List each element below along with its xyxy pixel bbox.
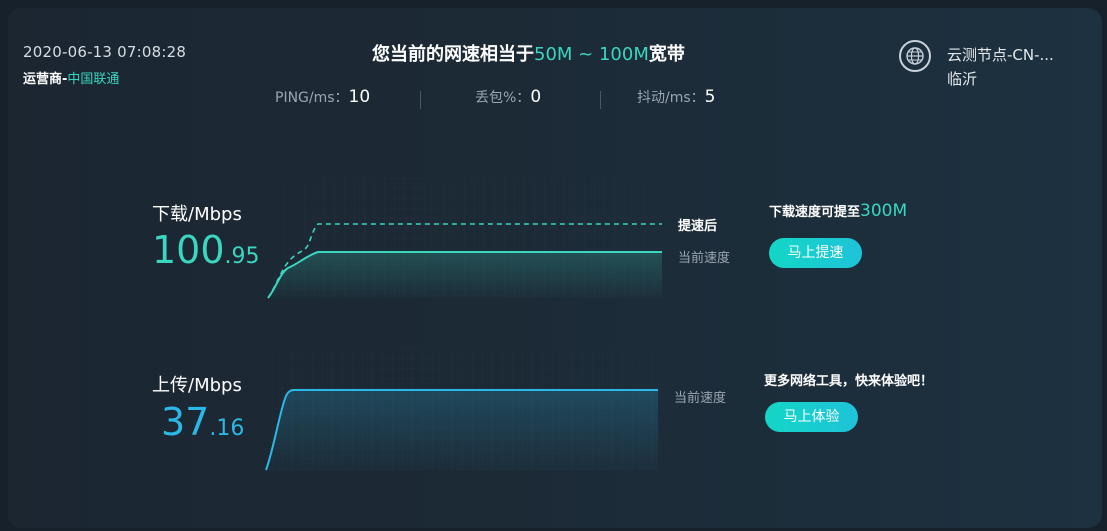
stat-divider xyxy=(600,91,601,109)
packet-loss-stat: 丢包%：0 xyxy=(475,87,541,107)
download-promo-prefix: 下载速度可提至 xyxy=(769,205,861,220)
node-line-2: 临沂 xyxy=(947,70,978,88)
speed-summary-headline: 您当前的网速相当于50M ~ 100M宽带 xyxy=(372,40,685,66)
upload-area xyxy=(266,390,658,470)
boosted-tag: 提速后 xyxy=(678,219,718,234)
ping-stat: PING/ms：10 xyxy=(275,87,370,107)
download-current-tag: 当前速度 xyxy=(678,251,731,266)
packet-loss-label: 丢包%： xyxy=(475,90,531,106)
ping-value: 10 xyxy=(348,87,371,107)
upload-current-tag: 当前速度 xyxy=(674,391,727,406)
download-area xyxy=(268,252,662,298)
headline-suffix: 宽带 xyxy=(648,44,685,65)
download-promo-text: 下载速度可提至300M xyxy=(769,201,907,221)
isp-info: 运营商-中国联通 xyxy=(23,68,119,87)
upload-value: 37.16 xyxy=(161,400,244,444)
jitter-stat: 抖动/ms：5 xyxy=(637,87,715,107)
node-line-1: 云测节点-CN-... xyxy=(947,46,1054,64)
headline-prefix: 您当前的网速相当于 xyxy=(372,44,534,65)
upload-label: 上传/Mbps xyxy=(152,375,242,396)
try-now-button[interactable]: 马上体验 xyxy=(765,402,858,432)
download-label: 下载/Mbps xyxy=(152,204,242,225)
download-promo-value: 300M xyxy=(860,201,908,221)
upload-value-decimal: .16 xyxy=(209,416,245,441)
ping-label: PING/ms： xyxy=(275,90,349,106)
upload-value-int: 37 xyxy=(161,400,210,444)
test-timestamp: 2020-06-13 07:08:28 xyxy=(23,43,187,61)
speed-up-button[interactable]: 马上提速 xyxy=(769,238,862,268)
packet-loss-value: 0 xyxy=(530,87,542,107)
download-value-decimal: .95 xyxy=(224,244,260,269)
test-node-name: 云测节点-CN-... 临沂 xyxy=(947,43,1054,91)
headline-range: 50M ~ 100M xyxy=(534,44,649,65)
isp-name: 中国联通 xyxy=(67,72,120,87)
jitter-label: 抖动/ms： xyxy=(637,90,705,106)
upload-speed-chart xyxy=(265,348,662,471)
download-speed-chart xyxy=(267,178,664,299)
tools-promo-text: 更多网络工具，快来体验吧！ xyxy=(764,374,934,389)
network-stats-row: PING/ms：10 丢包%：0 抖动/ms：5 xyxy=(260,87,740,113)
app-background: 2020-06-13 07:08:28 运营商-中国联通 您当前的网速相当于50… xyxy=(0,0,1107,531)
isp-prefix: 运营商- xyxy=(23,72,68,87)
download-value: 100.95 xyxy=(152,228,260,272)
jitter-value: 5 xyxy=(704,87,716,107)
stat-divider xyxy=(420,91,421,109)
download-value-int: 100 xyxy=(152,228,225,272)
globe-icon xyxy=(899,40,931,72)
